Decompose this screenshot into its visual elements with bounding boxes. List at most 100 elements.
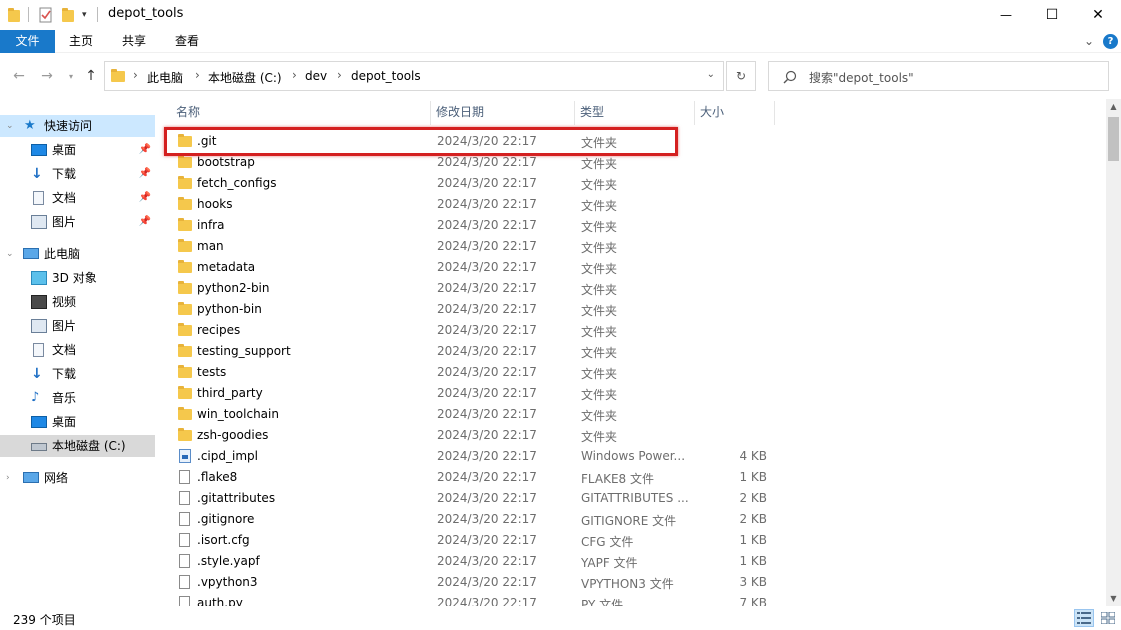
expand-chevron-icon[interactable]: › <box>6 467 10 489</box>
file-row[interactable]: zsh-goodies 2024/3/20 22:17 文件夹 <box>160 425 1105 446</box>
nav-quick-access[interactable]: ⌄ ★ 快速访问 <box>0 115 155 137</box>
file-date: 2024/3/20 22:17 <box>437 323 537 337</box>
file-type: 文件夹 <box>581 304 618 318</box>
column-header-size[interactable]: 大小 <box>700 99 724 125</box>
file-row[interactable]: fetch_configs 2024/3/20 22:17 文件夹 <box>160 173 1105 194</box>
minimize-button[interactable]: — <box>983 0 1029 30</box>
back-button[interactable]: ← <box>10 67 28 85</box>
file-name: infra <box>197 218 225 232</box>
forward-button[interactable]: → <box>38 67 56 85</box>
help-icon[interactable]: ? <box>1103 34 1118 49</box>
column-header-name[interactable]: 名称 <box>176 99 200 125</box>
expand-ribbon-icon[interactable]: ⌄ <box>1080 30 1098 53</box>
file-date: 2024/3/20 22:17 <box>437 176 537 190</box>
file-date: 2024/3/20 22:17 <box>437 533 537 547</box>
nav-3d-objects[interactable]: 3D 对象 <box>0 267 155 289</box>
collapse-chevron-icon[interactable]: ⌄ <box>6 115 14 137</box>
large-icons-view-button[interactable] <box>1098 609 1118 627</box>
file-date: 2024/3/20 22:17 <box>437 470 537 484</box>
address-dropdown-icon[interactable]: ⌄ <box>707 69 715 80</box>
file-row[interactable]: python-bin 2024/3/20 22:17 文件夹 <box>160 299 1105 320</box>
file-row[interactable]: win_toolchain 2024/3/20 22:17 文件夹 <box>160 404 1105 425</box>
tab-file[interactable]: 文件 <box>0 30 55 53</box>
tab-view[interactable]: 查看 <box>166 30 208 53</box>
file-date: 2024/3/20 22:17 <box>437 281 537 295</box>
file-row[interactable]: recipes 2024/3/20 22:17 文件夹 <box>160 320 1105 341</box>
breadcrumb-separator: › <box>292 68 297 82</box>
refresh-button[interactable]: ↻ <box>726 61 756 91</box>
file-icon <box>178 470 192 484</box>
nav-network[interactable]: › 网络 <box>0 467 155 489</box>
file-icon <box>178 512 192 526</box>
up-button[interactable]: ↑ <box>82 67 100 85</box>
nav-videos[interactable]: 视频 <box>0 291 155 313</box>
file-row[interactable]: metadata 2024/3/20 22:17 文件夹 <box>160 257 1105 278</box>
pin-icon: 📌 <box>138 216 151 227</box>
breadcrumb-local-disk[interactable]: 本地磁盘 (C:) <box>208 69 282 86</box>
vertical-scrollbar[interactable]: ▲ ▼ <box>1106 99 1121 606</box>
file-row[interactable]: third_party 2024/3/20 22:17 文件夹 <box>160 383 1105 404</box>
new-folder-icon[interactable] <box>62 6 74 24</box>
nav-downloads-pc[interactable]: ↓ 下载 <box>0 363 155 385</box>
file-row[interactable]: .isort.cfg 2024/3/20 22:17 CFG 文件 1 KB <box>160 530 1105 551</box>
nav-music[interactable]: ♪ 音乐 <box>0 387 155 409</box>
expand-chevron-icon[interactable]: ⌄ <box>6 243 14 265</box>
file-row[interactable]: man 2024/3/20 22:17 文件夹 <box>160 236 1105 257</box>
nav-pictures-pc[interactable]: 图片 <box>0 315 155 337</box>
file-row[interactable]: auth.py 2024/3/20 22:17 PY 文件 7 KB <box>160 593 1105 606</box>
scroll-thumb[interactable] <box>1108 117 1119 161</box>
scroll-up-arrow[interactable]: ▲ <box>1106 99 1121 114</box>
tab-home[interactable]: 主页 <box>60 30 102 53</box>
folder-icon <box>178 176 192 190</box>
properties-icon[interactable] <box>38 6 54 24</box>
file-name: python2-bin <box>197 281 270 295</box>
nav-desktop[interactable]: 桌面 📌 <box>0 139 155 161</box>
music-icon: ♪ <box>31 390 40 405</box>
column-header-date[interactable]: 修改日期 <box>436 99 484 125</box>
nav-documents-pc[interactable]: 文档 <box>0 339 155 361</box>
file-explorer-window: ▾ depot_tools — ☐ ✕ 文件 主页 共享 查看 ⌄ ? ← → … <box>0 0 1121 630</box>
file-row[interactable]: python2-bin 2024/3/20 22:17 文件夹 <box>160 278 1105 299</box>
tab-share[interactable]: 共享 <box>113 30 155 53</box>
quick-access-folder-icon[interactable] <box>8 6 20 24</box>
file-date: 2024/3/20 22:17 <box>437 491 537 505</box>
file-row[interactable]: .gitignore 2024/3/20 22:17 GITIGNORE 文件 2 K… <box>160 509 1105 530</box>
file-row[interactable]: testing_support 2024/3/20 22:17 文件夹 <box>160 341 1105 362</box>
file-date: 2024/3/20 22:17 <box>437 575 537 589</box>
folder-icon <box>178 155 192 169</box>
file-row[interactable]: tests 2024/3/20 22:17 文件夹 <box>160 362 1105 383</box>
details-view-button[interactable] <box>1074 609 1094 627</box>
file-row[interactable]: .flake8 2024/3/20 22:17 FLAKE8 文件 1 KB <box>160 467 1105 488</box>
file-name: tests <box>197 365 227 379</box>
file-size: 1 KB <box>739 470 767 484</box>
breadcrumb-separator: › <box>133 68 138 82</box>
file-row[interactable]: .gitattributes 2024/3/20 22:17 GITATTRIBUT… <box>160 488 1105 509</box>
nav-downloads[interactable]: ↓ 下载 📌 <box>0 163 155 185</box>
column-header-type[interactable]: 类型 <box>580 99 604 125</box>
close-button[interactable]: ✕ <box>1075 0 1121 30</box>
file-row[interactable]: .vpython3 2024/3/20 22:17 VPYTHON3 文件 3 KB <box>160 572 1105 593</box>
breadcrumb-dev[interactable]: dev <box>305 69 327 83</box>
customize-quick-access-icon[interactable]: ▾ <box>82 6 87 24</box>
folder-icon <box>178 302 192 316</box>
address-bar[interactable]: › 此电脑 › 本地磁盘 (C:) › dev › depot_tools ⌄ <box>104 61 724 91</box>
file-name: .isort.cfg <box>197 533 250 547</box>
breadcrumb-depot-tools[interactable]: depot_tools <box>351 69 421 83</box>
breadcrumb-this-pc[interactable]: 此电脑 <box>147 69 183 86</box>
nav-pictures[interactable]: 图片 📌 <box>0 211 155 233</box>
item-count: 239 个项目 <box>13 613 76 627</box>
nav-desktop-pc[interactable]: 桌面 <box>0 411 155 433</box>
scroll-down-arrow[interactable]: ▼ <box>1106 591 1121 606</box>
nav-local-disk[interactable]: 本地磁盘 (C:) <box>0 435 155 457</box>
file-row[interactable]: hooks 2024/3/20 22:17 文件夹 <box>160 194 1105 215</box>
file-row[interactable]: .style.yapf 2024/3/20 22:17 YAPF 文件 1 KB <box>160 551 1105 572</box>
file-row[interactable]: infra 2024/3/20 22:17 文件夹 <box>160 215 1105 236</box>
file-row[interactable]: .cipd_impl 2024/3/20 22:17 Windows Power..… <box>160 446 1105 467</box>
nav-this-pc[interactable]: ⌄ 此电脑 <box>0 243 155 265</box>
nav-documents[interactable]: 文档 📌 <box>0 187 155 209</box>
status-bar: 239 个项目 <box>0 606 1121 630</box>
desktop-icon <box>31 416 47 428</box>
search-input[interactable]: 搜索"depot_tools" <box>768 61 1109 91</box>
maximize-button[interactable]: ☐ <box>1029 0 1075 30</box>
recent-locations-icon[interactable]: ▾ <box>62 67 80 85</box>
